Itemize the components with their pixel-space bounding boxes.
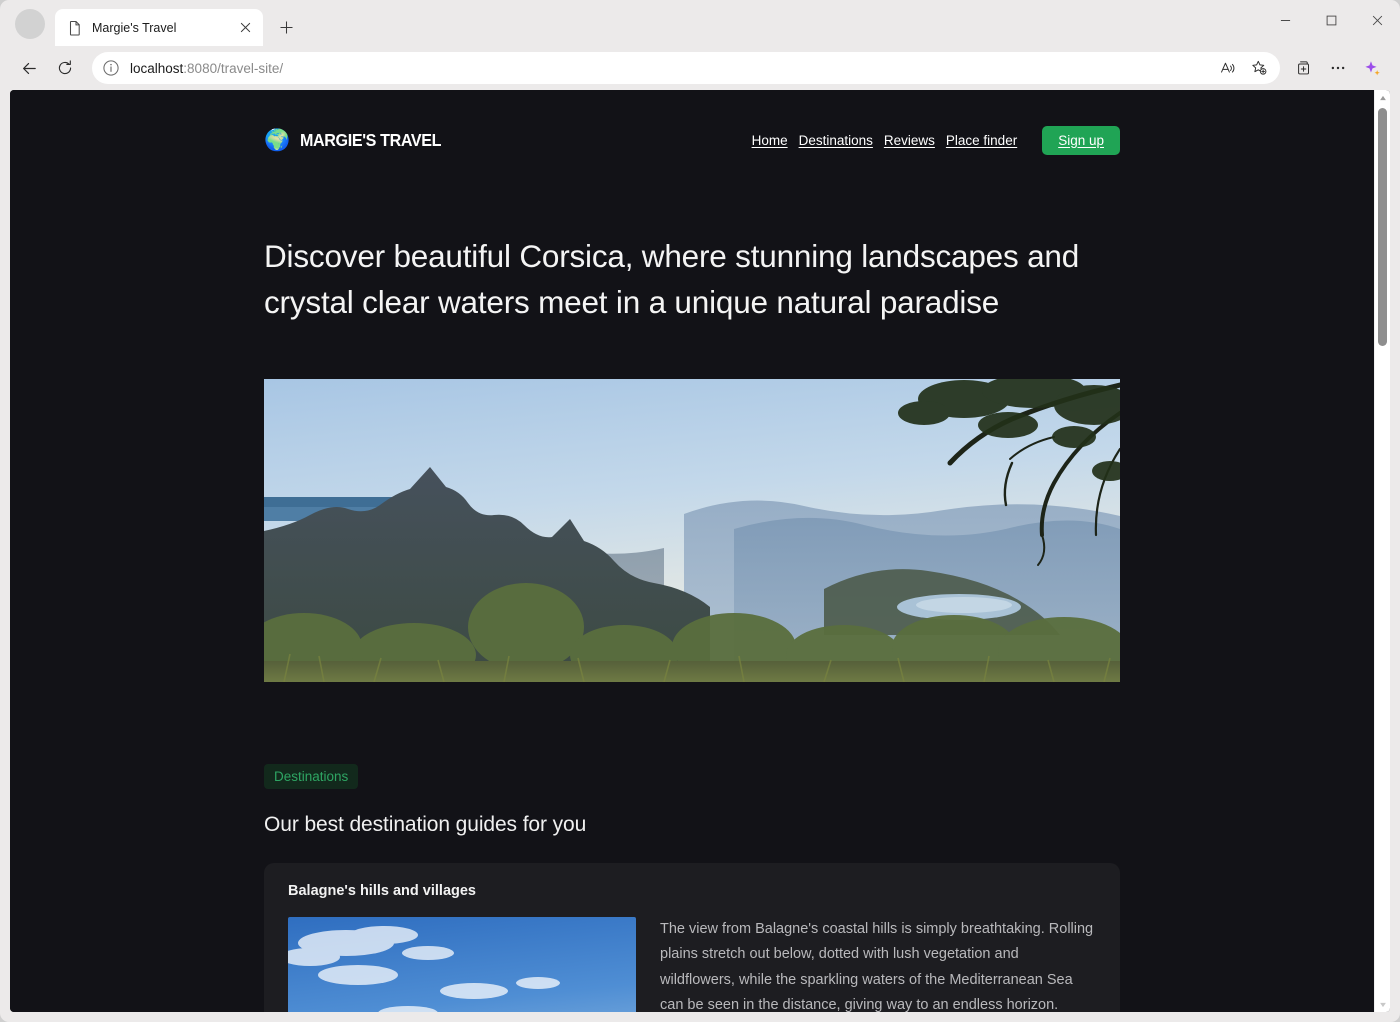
hero-title: Discover beautiful Corsica, where stunni…	[264, 234, 1084, 325]
hero-image	[264, 379, 1120, 682]
more-options-button[interactable]	[1322, 52, 1354, 84]
nav-item-reviews[interactable]: Reviews	[884, 133, 935, 148]
site-header: 🌍 MARGIE'S TRAVEL Home Destinations Revi…	[264, 112, 1120, 168]
add-favorite-star-icon[interactable]	[1244, 54, 1274, 82]
close-icon[interactable]	[235, 18, 255, 38]
tab-title: Margie's Travel	[92, 21, 226, 35]
address-bar[interactable]: localhost:8080/travel-site/	[92, 52, 1280, 84]
tab-strip: Margie's Travel	[0, 0, 1400, 46]
browser-toolbar: localhost:8080/travel-site/	[0, 46, 1400, 90]
browser-tab[interactable]: Margie's Travel	[55, 9, 263, 46]
site-brand[interactable]: 🌍 MARGIE'S TRAVEL	[264, 130, 454, 151]
site-navigation: Home Destinations Reviews Place finder S…	[752, 126, 1120, 155]
sign-up-button[interactable]: Sign up	[1042, 126, 1120, 155]
copilot-button[interactable]	[1356, 52, 1388, 84]
profile-avatar[interactable]	[15, 9, 45, 39]
card-title: Balagne's hills and villages	[288, 883, 1096, 899]
scroll-down-arrow-icon[interactable]	[1375, 997, 1390, 1012]
back-button[interactable]	[12, 52, 46, 84]
address-bar-actions	[1212, 54, 1274, 82]
page-viewport: 🌍 MARGIE'S TRAVEL Home Destinations Revi…	[10, 90, 1390, 1012]
back-arrow-icon	[20, 59, 39, 78]
maximize-icon	[1326, 15, 1337, 26]
page-icon	[67, 20, 83, 36]
copilot-sparkle-icon	[1363, 59, 1382, 78]
brand-name: MARGIE'S TRAVEL	[300, 130, 441, 151]
globe-icon: 🌍	[264, 130, 290, 151]
maximize-button[interactable]	[1308, 0, 1354, 40]
card-image	[288, 917, 636, 1012]
new-tab-button[interactable]	[272, 13, 300, 41]
section-title: Our best destination guides for you	[264, 813, 1120, 837]
minimize-button[interactable]	[1262, 0, 1308, 40]
read-aloud-icon[interactable]	[1212, 54, 1242, 82]
collections-button[interactable]	[1288, 52, 1320, 84]
more-options-icon	[1329, 59, 1347, 77]
refresh-icon	[56, 59, 74, 77]
page-scrollbar[interactable]	[1374, 90, 1390, 1012]
plus-icon	[279, 20, 294, 35]
nav-item-destinations[interactable]: Destinations	[799, 133, 873, 148]
browser-window: Margie's Travel	[0, 0, 1400, 1022]
travel-site-page: 🌍 MARGIE'S TRAVEL Home Destinations Revi…	[10, 90, 1374, 1012]
collections-icon	[1295, 59, 1313, 77]
window-controls	[1262, 0, 1400, 40]
info-circle-icon[interactable]	[102, 59, 120, 77]
url-path: :8080/travel-site/	[183, 61, 283, 76]
url-host: localhost	[130, 61, 183, 76]
destinations-badge: Destinations	[264, 764, 358, 789]
card-description: The view from Balagne's coastal hills is…	[660, 917, 1096, 1012]
close-icon	[1372, 15, 1383, 26]
destination-guide-card[interactable]: Balagne's hills and villages	[264, 863, 1120, 1012]
scroll-up-arrow-icon[interactable]	[1375, 90, 1390, 105]
refresh-button[interactable]	[48, 52, 82, 84]
nav-item-place-finder[interactable]: Place finder	[946, 133, 1017, 148]
minimize-icon	[1280, 15, 1291, 26]
scrollbar-thumb[interactable]	[1378, 108, 1387, 346]
address-bar-text: localhost:8080/travel-site/	[130, 61, 283, 76]
close-window-button[interactable]	[1354, 0, 1400, 40]
nav-item-home[interactable]: Home	[752, 133, 788, 148]
